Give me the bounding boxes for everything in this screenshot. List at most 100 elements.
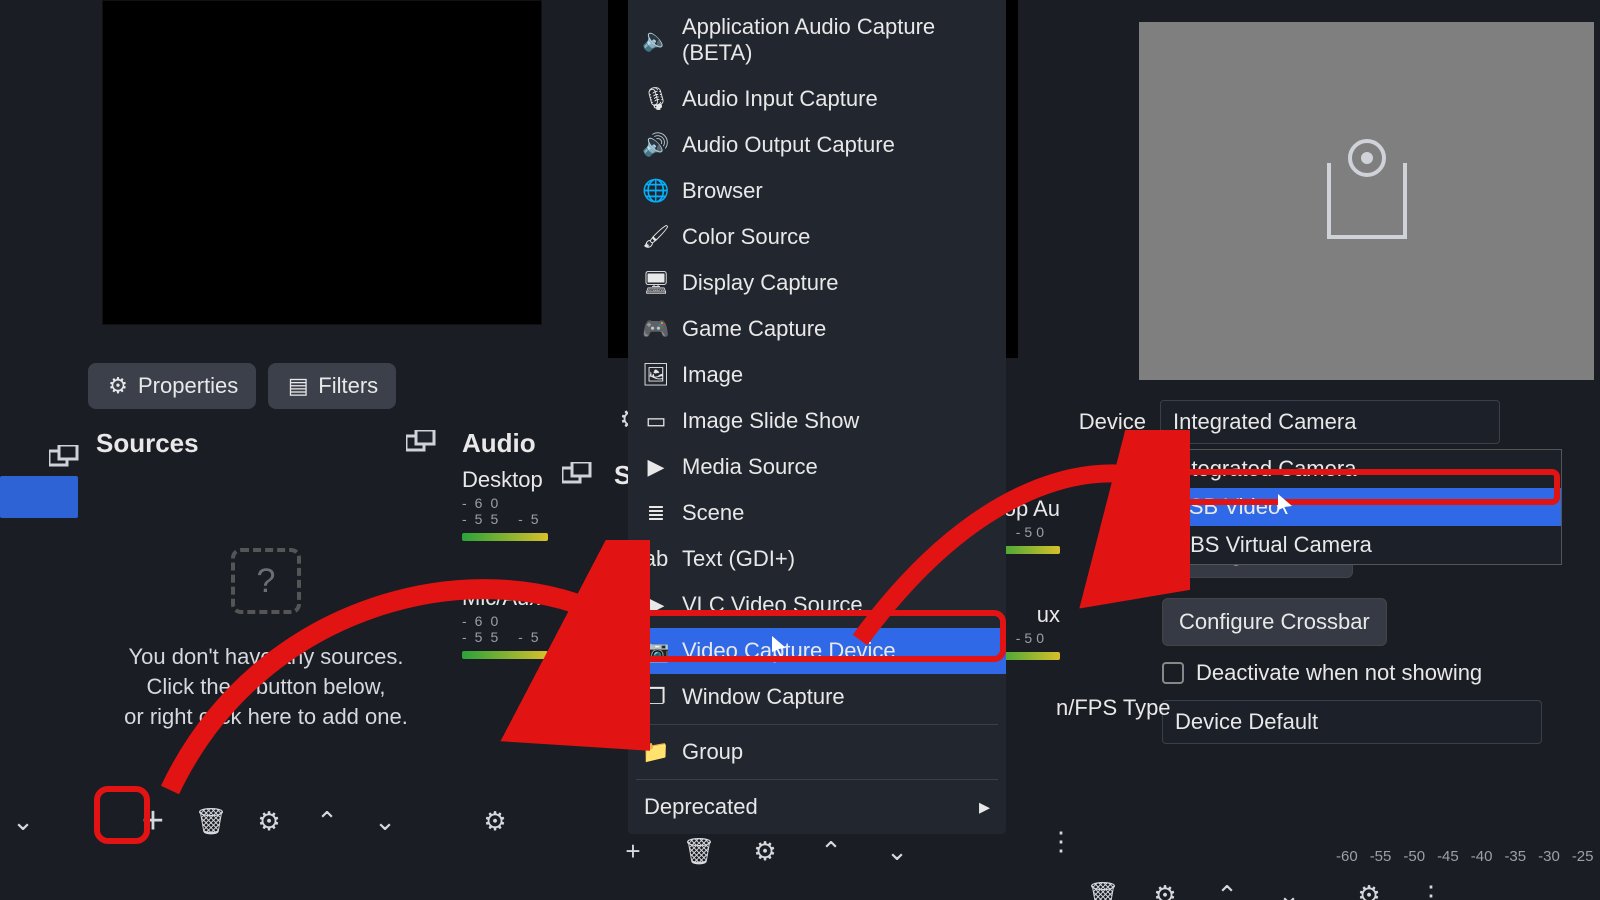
add-source-button[interactable]: + (130, 798, 176, 844)
ctx-item-label: Audio Input Capture (682, 86, 878, 112)
placeholder-icon: ? (231, 548, 301, 614)
ctx-item-label: VLC Video Source (682, 592, 863, 618)
image-icon: 🖼 (644, 362, 668, 388)
ctx-item-display-capture[interactable]: 🖥 Display Capture (628, 260, 1006, 306)
ctx-item-label: Text (GDI+) (682, 546, 795, 572)
tick-label: -40 (1471, 848, 1493, 865)
ctx-item-label: Video Capture Device (682, 638, 896, 664)
gamepad-icon: 🎮 (644, 316, 668, 342)
brush-icon: 🖌 (644, 224, 668, 250)
play-icon: ▶ (644, 454, 668, 480)
play-icon: ▶ (644, 592, 668, 618)
ctx-item-label: Audio Output Capture (682, 132, 895, 158)
tick-label: -50 (1403, 848, 1425, 865)
ctx-item-label: Window Capture (682, 684, 845, 710)
filters-button[interactable]: ▤ Filters (268, 363, 396, 409)
dock-popout-icon[interactable] (562, 462, 602, 502)
folder-icon: 📁 (644, 739, 668, 765)
device-select[interactable]: Integrated Camera (1160, 400, 1500, 444)
ctx-item-text-gdi-[interactable]: ab Text (GDI+) (628, 536, 1006, 582)
device-option-integrated-camera[interactable]: Integrated Camera (1163, 450, 1561, 488)
speaker-loud-icon: 🔊 (644, 132, 668, 158)
settings-button[interactable]: ⚙ (1142, 872, 1188, 900)
text-icon: ab (644, 546, 668, 572)
ctx-item-label: Display Capture (682, 270, 839, 296)
move-up-button[interactable]: ⌃ (808, 828, 854, 874)
properties-button[interactable]: ⚙ Properties (88, 363, 256, 409)
audio-mixer-panel: Audio Desktop -60 -55 -5 Mic/Aux -60 -55… (450, 420, 560, 675)
fps-type-select[interactable]: Device Default (1162, 700, 1542, 744)
globe-icon: 🌐 (644, 178, 668, 204)
ctx-item-deprecated[interactable]: Deprecated▸ (628, 784, 1006, 830)
resolution-fps-label: n/FPS Type (1056, 695, 1171, 721)
tick-label: -25 (1572, 848, 1594, 865)
ctx-item-audio-input-capture[interactable]: 🎙 Audio Input Capture (628, 76, 1006, 122)
device-label: Device (1060, 409, 1146, 435)
dock-popout-icon[interactable] (406, 430, 436, 457)
kebab-menu-icon[interactable]: ⋮ (1408, 872, 1454, 900)
add-source-button[interactable]: + (610, 828, 656, 874)
mixer-settings-button[interactable]: ⚙ (472, 798, 518, 844)
chevron-down-icon[interactable]: ⌄ (0, 798, 46, 844)
move-down-button[interactable]: ⌄ (1266, 872, 1312, 900)
ctx-item-group[interactable]: 📁Group (628, 729, 1006, 775)
filters-label: Filters (318, 373, 378, 399)
tick-label: -60 (1336, 848, 1358, 865)
configure-crossbar-button[interactable]: Configure Crossbar (1162, 598, 1387, 646)
delete-source-button[interactable]: 🗑 (188, 798, 234, 844)
delete-source-button[interactable]: 🗑 (676, 828, 722, 874)
ctx-item-browser[interactable]: 🌐 Browser (628, 168, 1006, 214)
ctx-item-video-capture-device[interactable]: 📷Video Capture Device (628, 628, 1006, 674)
ctx-item-game-capture[interactable]: 🎮Game Capture (628, 306, 1006, 352)
sources-title: Sources (96, 428, 199, 459)
deactivate-label: Deactivate when not showing (1196, 660, 1482, 686)
ctx-item-image[interactable]: 🖼Image (628, 352, 1006, 398)
tick-label: -35 (1504, 848, 1526, 865)
ctx-item-audio-output-capture[interactable]: 🔊 Audio Output Capture (628, 122, 1006, 168)
device-option-obs-virtual-camera[interactable]: OBS Virtual Camera (1163, 526, 1561, 564)
tick-label: -45 (1437, 848, 1459, 865)
sources-empty-state: ? You don't have any sources. Click the … (96, 548, 436, 732)
ctx-item-label: Browser (682, 178, 763, 204)
ctx-item-label: Image Slide Show (682, 408, 859, 434)
ctx-item-label: Color Source (682, 224, 810, 250)
ctx-item-vlc-video-source[interactable]: ▶ VLC Video Source (628, 582, 1006, 628)
empty-text-3: or right click here to add one. (96, 702, 436, 732)
window-icon: ❐ (644, 684, 668, 710)
meter-ticks: -60 -55 -5 (450, 611, 560, 647)
mixer-settings-button[interactable]: ⚙ (1346, 872, 1392, 900)
preview-area-left (102, 0, 542, 325)
desktop-audio-meter (462, 533, 548, 541)
kebab-menu-icon[interactable]: ⋮ (1038, 818, 1084, 864)
mic-aux-meter (462, 651, 548, 659)
monitor-icon: 🖥 (644, 270, 668, 296)
chevron-right-icon: ▸ (979, 794, 990, 820)
delete-button[interactable]: 🗑 (1080, 872, 1126, 900)
checkbox-icon (1162, 662, 1184, 684)
ctx-item-image-slide-show[interactable]: ▭ Image Slide Show (628, 398, 1006, 444)
ctx-item-window-capture[interactable]: ❐ Window Capture (628, 674, 1006, 720)
ctx-item-color-source[interactable]: 🖌 Color Source (628, 214, 1006, 260)
ctx-item-scene[interactable]: ≣Scene (628, 490, 1006, 536)
meter-ticks: -60 -55 -5 (450, 493, 560, 529)
mic-icon: 🎙 (644, 86, 668, 112)
speaker-box-icon: 🔈 (644, 27, 668, 53)
ctx-item-application-audio-capture-beta-[interactable]: 🔈 Application Audio Capture (BETA) (628, 4, 1006, 76)
ctx-item-label: Scene (682, 500, 744, 526)
move-up-button[interactable]: ⌃ (304, 798, 350, 844)
deactivate-checkbox[interactable]: Deactivate when not showing (1162, 660, 1542, 686)
move-down-button[interactable]: ⌄ (874, 828, 920, 874)
source-settings-button[interactable]: ⚙ (742, 828, 788, 874)
ctx-item-media-source[interactable]: ▶Media Source (628, 444, 1006, 490)
empty-text-1: You don't have any sources. (96, 642, 436, 672)
dock-popout-icon[interactable] (44, 436, 84, 476)
selected-scene-row[interactable] (0, 476, 78, 518)
ctx-item-label: Application Audio Capture (BETA) (682, 14, 990, 66)
slideshow-icon: ▭ (644, 408, 668, 434)
meter-ticks-right: -60-55-50-45-40-35-30-25 (1336, 848, 1594, 865)
source-settings-button[interactable]: ⚙ (246, 798, 292, 844)
add-source-context-menu: 🔈 Application Audio Capture (BETA) 🎙 Audio … (628, 0, 1006, 834)
move-up-button[interactable]: ⌃ (1204, 872, 1250, 900)
device-option-usb-video[interactable]: USB Video (1163, 488, 1561, 526)
move-down-button[interactable]: ⌄ (362, 798, 408, 844)
